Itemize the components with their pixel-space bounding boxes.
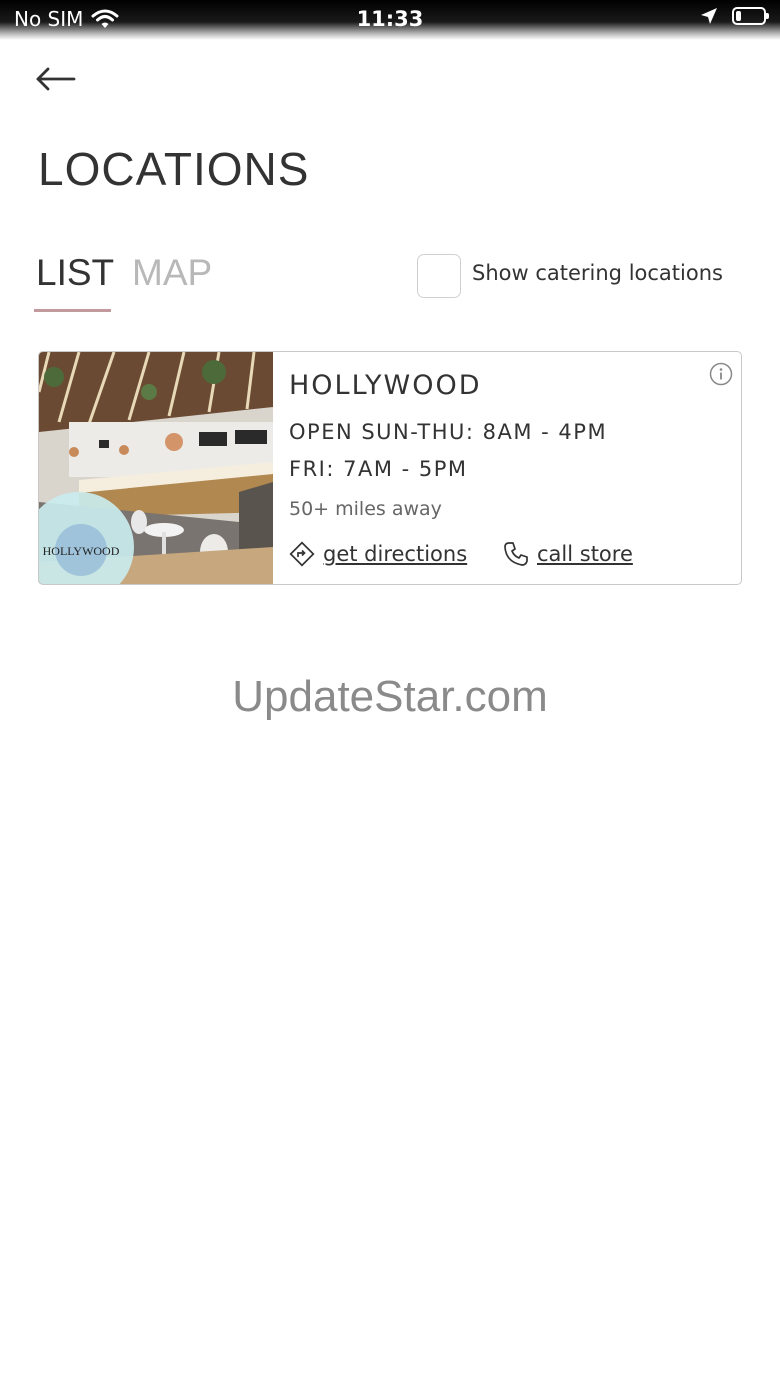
status-right	[700, 7, 769, 25]
status-bar: No SIM 11:33	[0, 0, 780, 40]
battery-fill	[736, 11, 741, 21]
battery-icon	[732, 7, 769, 25]
catering-label[interactable]: Show catering locations	[472, 261, 723, 285]
get-directions-label: get directions	[323, 542, 468, 566]
store-name: HOLLYWOOD	[289, 370, 482, 401]
store-hours-line-2: FRI: 7AM - 5PM	[289, 457, 468, 481]
back-button[interactable]	[34, 62, 80, 96]
directions-icon	[289, 541, 315, 567]
phone-icon	[504, 542, 528, 566]
get-directions-link[interactable]: get directions	[288, 540, 467, 568]
store-photo: HOLLYWOOD	[39, 352, 273, 584]
store-hours-line-1: OPEN SUN-THU: 8AM - 4PM	[289, 420, 608, 444]
arrow-left-icon	[36, 67, 76, 91]
location-arrow-icon	[701, 8, 717, 24]
info-icon[interactable]	[709, 362, 733, 386]
page-title: LOCATIONS	[38, 143, 310, 195]
call-store-link[interactable]: call store	[502, 540, 633, 568]
catering-checkbox[interactable]	[417, 254, 461, 298]
store-distance: 50+ miles away	[289, 498, 442, 520]
tab-list[interactable]: LIST	[36, 252, 114, 294]
watermark: UpdateStar.com	[232, 672, 548, 721]
active-tab-indicator	[34, 309, 111, 312]
status-time: 11:33	[356, 7, 424, 31]
tab-map[interactable]: MAP	[132, 252, 212, 294]
call-store-label: call store	[537, 542, 633, 566]
location-card[interactable]: HOLLYWOOD HOLLYWOOD OPEN SUN-THU: 8AM - …	[38, 351, 742, 585]
photo-logo-text: HOLLYWOOD	[43, 544, 120, 558]
